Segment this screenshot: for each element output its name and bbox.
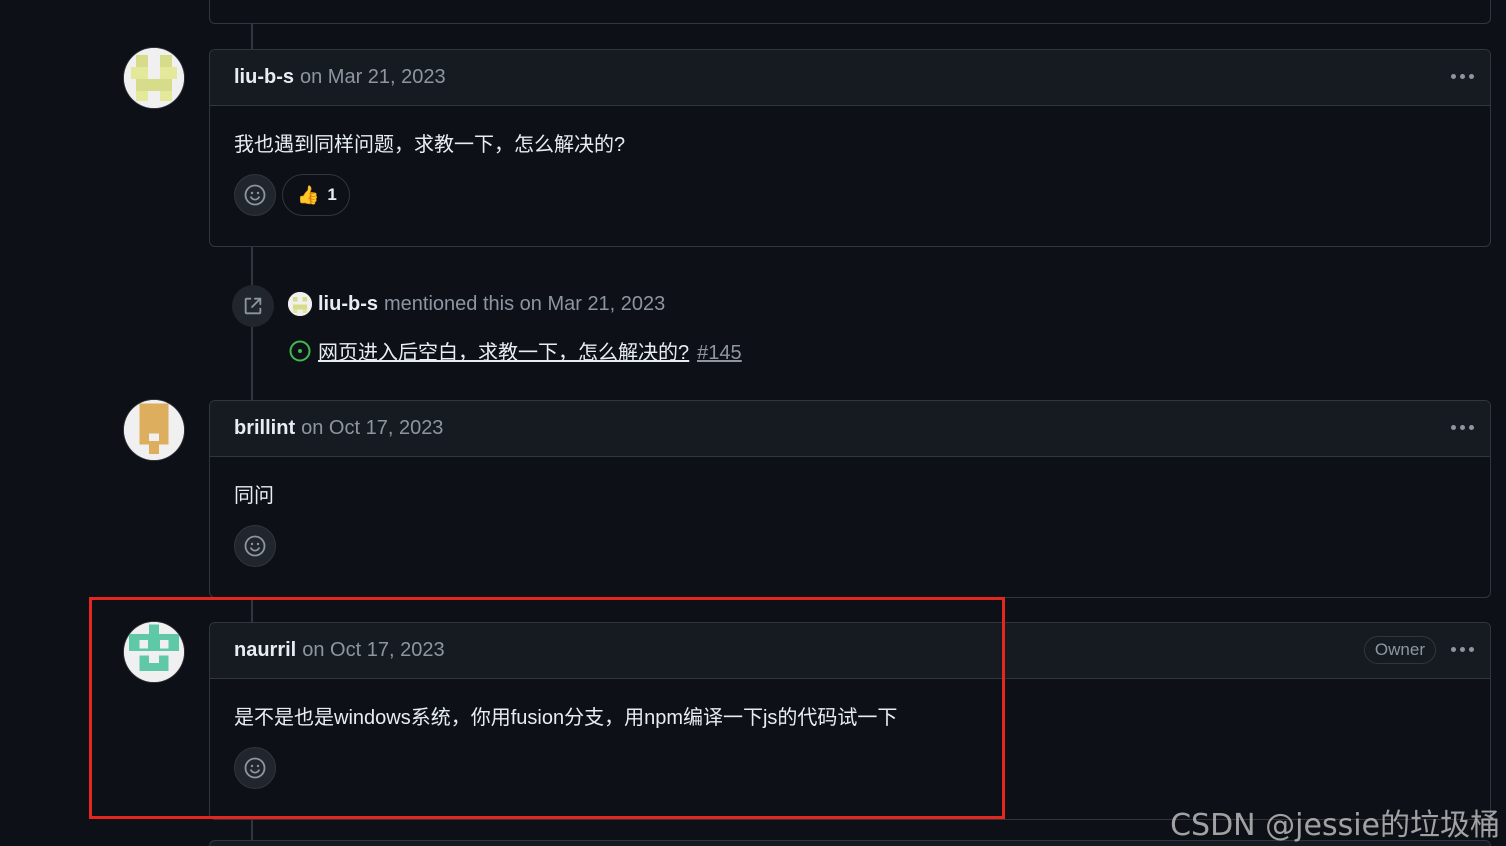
avatar-naurril[interactable] (124, 622, 184, 682)
reaction-count: 1 (327, 185, 337, 204)
more-options-icon[interactable] (1448, 64, 1476, 88)
watermark: CSDN @jessie的垃圾桶 (1170, 808, 1500, 843)
issue-opened-icon (289, 340, 311, 361)
avatar-brillint[interactable] (124, 400, 184, 460)
more-options-icon[interactable] (1448, 415, 1476, 439)
comment-card-2: brillint on Oct 17, 2023 同问 (209, 400, 1491, 598)
mention-event: liu-b-s mentioned this on Mar 21, 2023 (288, 292, 665, 316)
comment-date[interactable]: on Oct 17, 2023 (302, 639, 444, 662)
mention-avatar[interactable] (288, 292, 312, 316)
comment-body: 我也遇到同样问题，求教一下，怎么解决的? (234, 134, 626, 156)
discussion-timeline: liu-b-s on Mar 21, 2023 我也遇到同样问题，求教一下，怎么… (0, 0, 1506, 846)
mentioned-issue: 网页进入后空白，求教一下，怎么解决的? #145 (288, 336, 742, 365)
comment-card-3: naurril on Oct 17, 2023 Owner 是不是也是windo… (209, 622, 1491, 820)
smiley-icon (244, 184, 266, 206)
mention-text: mentioned this on Mar 21, 2023 (384, 292, 666, 315)
thumbs-up-reaction[interactable]: 👍 1 (282, 174, 350, 216)
issue-link[interactable]: 网页进入后空白，求教一下，怎么解决的? #145 (318, 336, 742, 365)
comment-header: liu-b-s on Mar 21, 2023 (210, 50, 1490, 106)
issue-title[interactable]: 网页进入后空白，求教一下，怎么解决的? (318, 342, 689, 364)
more-options-icon[interactable] (1448, 637, 1476, 661)
comment-card-1: liu-b-s on Mar 21, 2023 我也遇到同样问题，求教一下，怎么… (209, 49, 1491, 247)
mention-author[interactable]: liu-b-s (318, 293, 378, 316)
comment-author[interactable]: naurril (234, 639, 296, 662)
comment-author[interactable]: brillint (234, 417, 295, 440)
comment-author[interactable]: liu-b-s (234, 66, 294, 89)
add-reaction-button[interactable] (234, 525, 276, 567)
cross-reference-icon (232, 285, 274, 327)
smiley-icon (244, 757, 266, 779)
avatar-liu-b-s[interactable] (124, 48, 184, 108)
comment-date[interactable]: on Mar 21, 2023 (300, 66, 446, 89)
issue-number[interactable]: #145 (697, 342, 742, 364)
add-reaction-button[interactable] (234, 174, 276, 216)
thumbs-up-icon: 👍 (297, 184, 320, 205)
smiley-icon (244, 535, 266, 557)
comment-body: 是不是也是windows系统，你用fusion分支，用npm编译一下js的代码试… (234, 707, 898, 729)
add-reaction-button[interactable] (234, 747, 276, 789)
comment-date[interactable]: on Oct 17, 2023 (301, 417, 443, 440)
owner-badge: Owner (1363, 636, 1436, 664)
comment-body: 同问 (234, 485, 274, 507)
comment-header: naurril on Oct 17, 2023 Owner (210, 623, 1490, 679)
previous-comment-card (209, 0, 1491, 24)
comment-header: brillint on Oct 17, 2023 (210, 401, 1490, 457)
